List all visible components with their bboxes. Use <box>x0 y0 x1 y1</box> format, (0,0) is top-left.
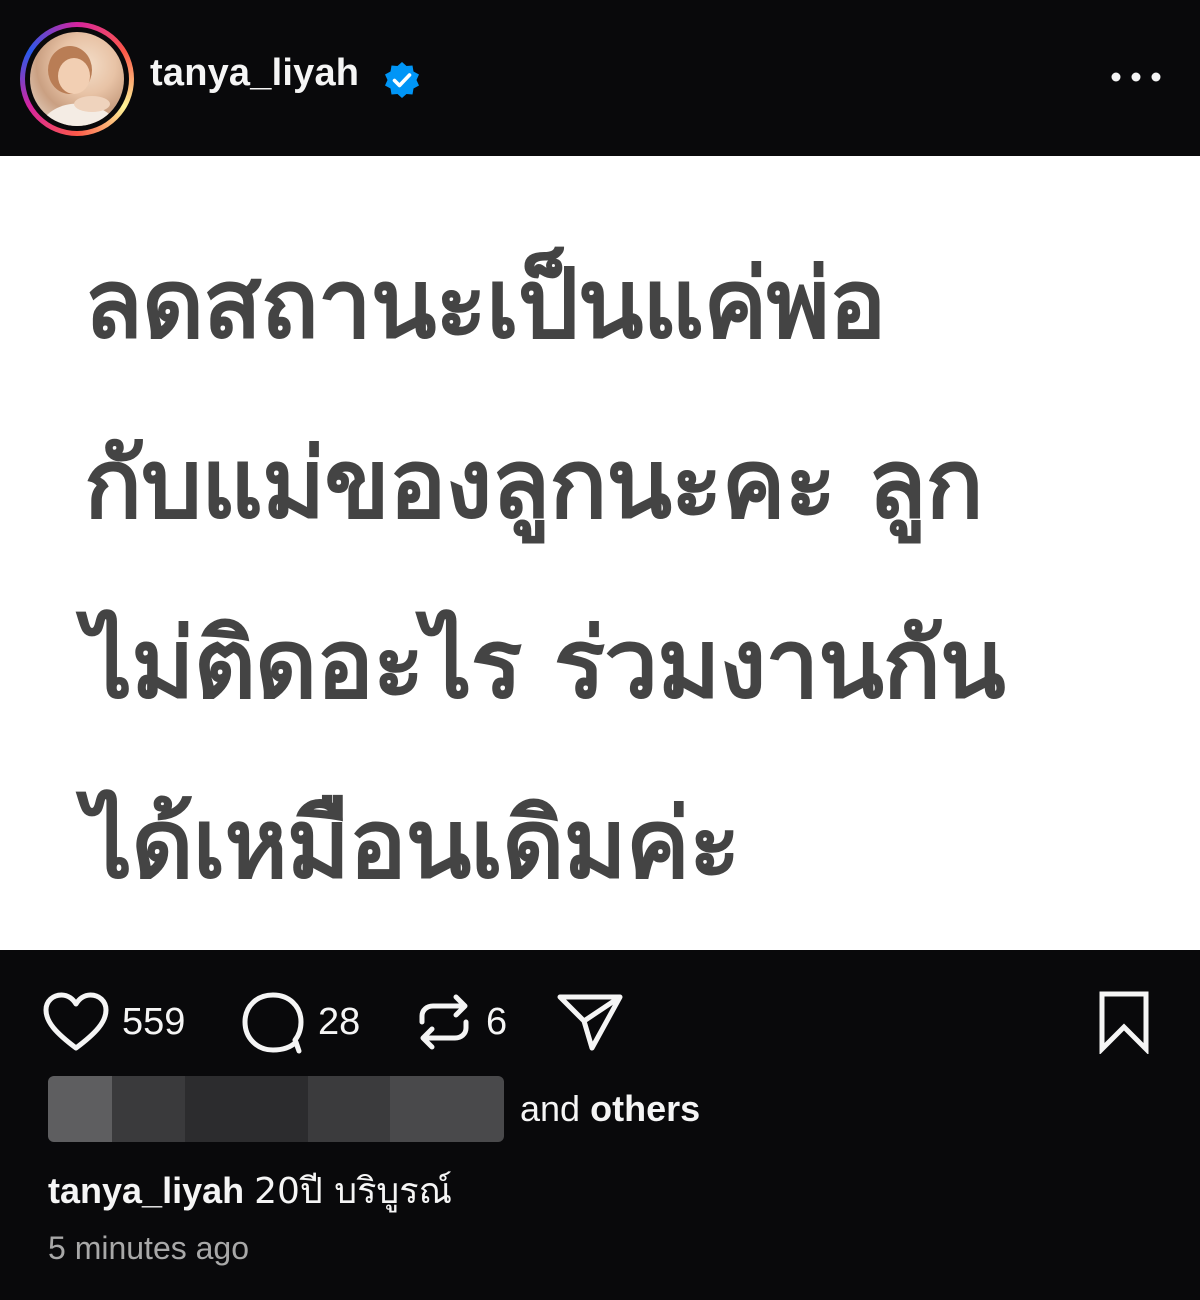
liked-by-others[interactable]: others <box>590 1088 700 1129</box>
repost-count[interactable]: 6 <box>486 1001 507 1044</box>
post-header: tanya_liyah <box>0 0 1200 156</box>
share-action[interactable] <box>556 990 624 1054</box>
heart-icon[interactable] <box>42 991 110 1053</box>
liked-by-row[interactable]: and others <box>48 1076 700 1142</box>
avatar[interactable] <box>20 22 134 136</box>
comment-icon[interactable] <box>240 990 306 1054</box>
post-text: ลดสถานะเป็นแค่พ่อ กับแม่ของลูกนะคะ ลูก ไ… <box>84 248 1006 900</box>
avatar-photo <box>30 32 124 126</box>
like-action[interactable]: 559 <box>42 990 185 1054</box>
liked-by-text: and others <box>520 1088 700 1130</box>
comment-action[interactable]: 28 <box>240 990 360 1054</box>
caption-text: 20ปี บริบูรณ์ <box>254 1171 452 1212</box>
share-icon[interactable] <box>556 991 624 1053</box>
liked-by-and: and <box>520 1088 581 1129</box>
caption-username[interactable]: tanya_liyah <box>48 1170 244 1211</box>
caption: tanya_liyah 20ปี บริบูรณ์ <box>48 1162 452 1219</box>
avatar-portrait-icon <box>40 46 120 126</box>
verified-badge-icon <box>385 62 419 98</box>
like-count[interactable]: 559 <box>122 1001 185 1044</box>
post-image[interactable]: ลดสถานะเป็นแค่พ่อ กับแม่ของลูกนะคะ ลูก ไ… <box>0 156 1200 950</box>
comment-count[interactable]: 28 <box>318 1001 360 1044</box>
liked-by-redacted <box>48 1076 504 1142</box>
more-options-icon[interactable] <box>1108 62 1164 92</box>
post-footer: 559 28 6 and others tanya_liyah 20ปี บริบ… <box>0 950 1200 1300</box>
repost-icon[interactable] <box>414 990 474 1054</box>
timestamp: 5 minutes ago <box>48 1230 250 1266</box>
bookmark-icon[interactable] <box>1094 990 1154 1054</box>
repost-action[interactable]: 6 <box>414 990 507 1054</box>
username[interactable]: tanya_liyah <box>150 52 359 95</box>
